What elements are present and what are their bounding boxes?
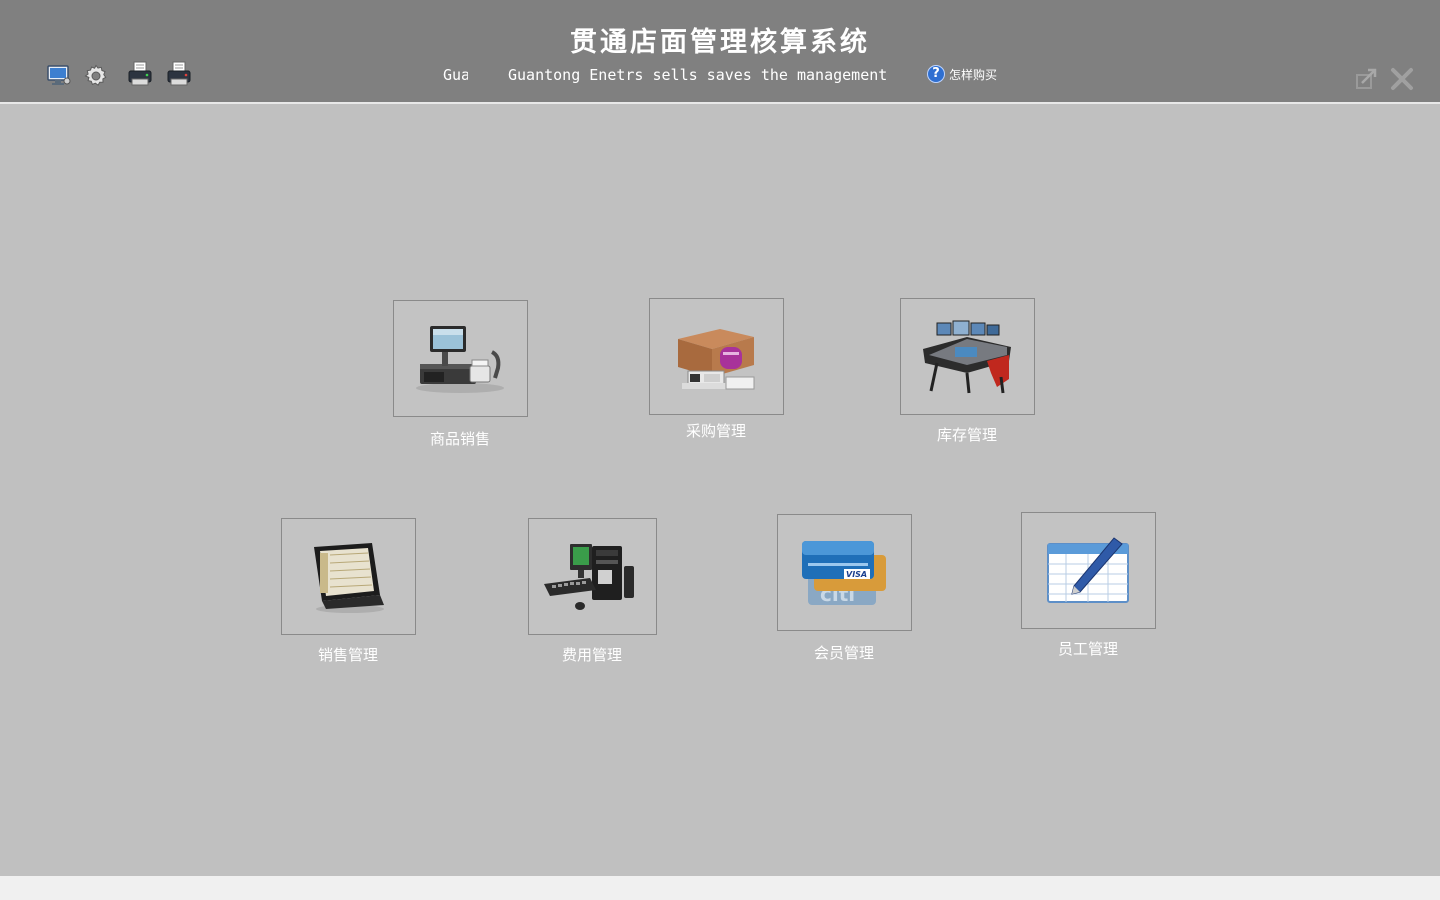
member-button[interactable]: citi VISA — [776, 514, 912, 631]
purchase-label[interactable]: 采购管理 — [616, 420, 816, 441]
app-subtitle: Guantong Enetrs sells saves the manageme… — [508, 66, 888, 84]
module-member[interactable]: citi VISA 会员管理 — [744, 514, 944, 663]
printer-icon[interactable] — [127, 60, 153, 86]
sales-label[interactable]: 销售管理 — [248, 644, 448, 665]
expense-button[interactable] — [527, 518, 657, 635]
member-label[interactable]: 会员管理 — [744, 642, 944, 663]
module-sales[interactable]: 销售管理 — [248, 518, 448, 665]
module-inventory[interactable]: 库存管理 — [867, 298, 1067, 445]
how-to-buy-label: 怎样购买 — [949, 67, 998, 82]
close-icon[interactable] — [1389, 66, 1415, 92]
svg-text:VISA: VISA — [846, 570, 867, 579]
how-to-buy-link[interactable]: ? 怎样购买 — [927, 65, 997, 83]
credit-cards-icon: citi VISA — [802, 540, 886, 606]
goods-sales-label[interactable]: 商品销售 — [360, 428, 560, 449]
app-title: 贯通店面管理核算系统 — [570, 27, 870, 58]
desktop-computer-icon — [544, 543, 634, 610]
staff-button[interactable] — [1020, 512, 1156, 629]
workstation-console-icon — [923, 320, 1011, 393]
module-staff[interactable]: 员工管理 — [988, 512, 1188, 659]
goods-sales-button[interactable] — [392, 300, 528, 417]
pos-terminal-icon — [416, 325, 504, 393]
shipping-boxes-icon — [678, 328, 755, 389]
expense-label[interactable]: 费用管理 — [492, 644, 692, 665]
marquee-text-fragment: Gua — [443, 66, 468, 84]
restore-icon[interactable] — [1353, 66, 1379, 92]
staff-label[interactable]: 员工管理 — [988, 638, 1188, 659]
monitor-settings-icon[interactable] — [46, 62, 72, 88]
fax-printer-icon[interactable] — [166, 60, 192, 86]
spreadsheet-pen-icon — [1047, 536, 1129, 603]
inventory-button[interactable] — [899, 298, 1035, 415]
module-expense[interactable]: 费用管理 — [492, 518, 692, 665]
module-purchase[interactable]: 采购管理 — [616, 298, 816, 441]
module-goods-sales[interactable]: 商品销售 — [360, 300, 560, 449]
touchscreen-terminal-icon — [314, 542, 384, 613]
help-icon: ? — [927, 65, 945, 83]
status-bar — [0, 876, 1440, 900]
title-bar: 贯通店面管理核算系统 Gua Guantong Enetrs sells sav… — [0, 0, 1440, 104]
inventory-label[interactable]: 库存管理 — [867, 424, 1067, 445]
gear-icon[interactable] — [84, 64, 110, 90]
sales-button[interactable] — [280, 518, 416, 635]
purchase-button[interactable] — [648, 298, 784, 415]
